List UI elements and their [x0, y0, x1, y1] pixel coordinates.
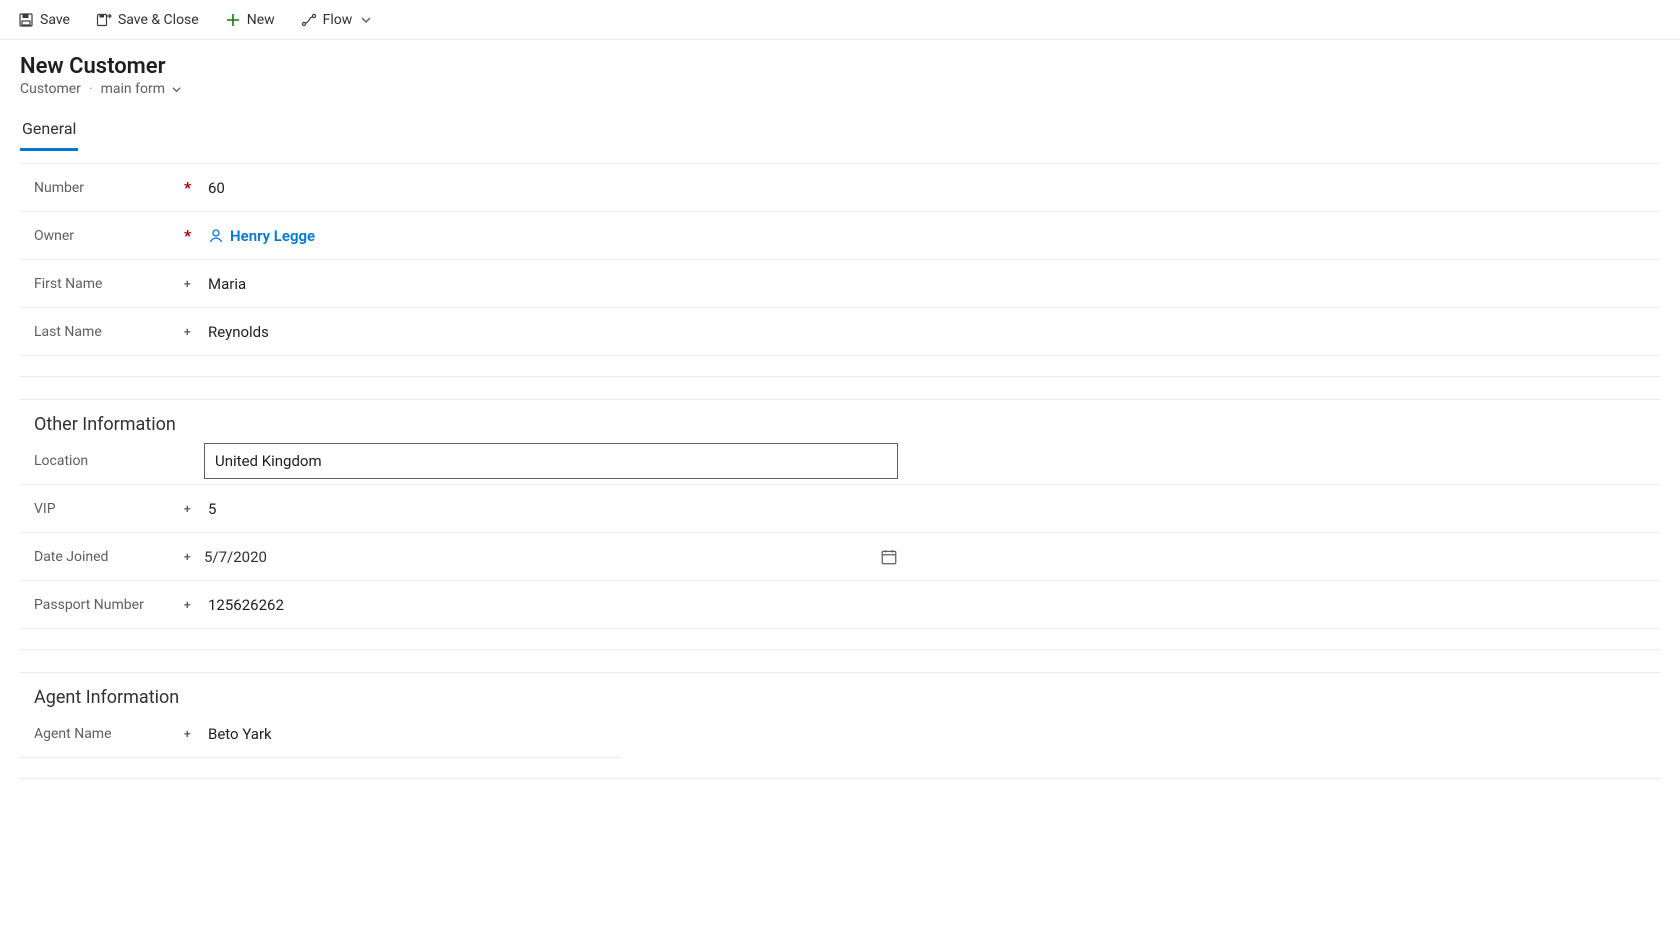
save-close-icon	[96, 12, 112, 28]
value-date-joined[interactable]: 5/7/2020	[204, 548, 872, 566]
chevron-down-icon	[360, 14, 372, 26]
flow-button[interactable]: Flow	[291, 8, 383, 32]
label-agent-name: Agent Name	[34, 726, 184, 742]
owner-link[interactable]: Henry Legge	[208, 227, 315, 245]
save-close-button[interactable]: Save & Close	[86, 8, 209, 32]
section-general: Number * 60 Owner * Henry Legge First Na…	[20, 163, 1660, 377]
subheader: Customer · main form	[20, 81, 1660, 97]
optional-marker: +	[184, 727, 204, 741]
value-owner[interactable]: Henry Legge	[204, 219, 1646, 253]
optional-marker: +	[184, 502, 204, 516]
flow-label: Flow	[323, 12, 353, 28]
label-location: Location	[34, 453, 184, 469]
person-icon	[208, 228, 224, 244]
form-selector[interactable]: main form	[101, 81, 182, 97]
section-title-other: Other Information	[20, 400, 1660, 437]
field-date-joined[interactable]: Date Joined + 5/7/2020	[20, 533, 1660, 581]
input-location[interactable]: United Kingdom	[204, 443, 898, 479]
section-agent-information: Agent Information Agent Name + Beto Yark	[20, 672, 1660, 779]
required-marker: *	[184, 178, 204, 197]
calendar-icon[interactable]	[880, 548, 898, 566]
tab-general[interactable]: General	[20, 113, 78, 151]
page-header: New Customer Customer · main form	[0, 40, 1680, 99]
label-number: Number	[34, 180, 184, 196]
save-icon	[18, 12, 34, 28]
entity-name: Customer	[20, 81, 81, 97]
save-close-label: Save & Close	[118, 12, 199, 28]
field-passport-number[interactable]: Passport Number + 125626262	[20, 581, 1660, 629]
new-button[interactable]: New	[215, 8, 285, 32]
label-date-joined: Date Joined	[34, 549, 184, 565]
owner-name: Henry Legge	[230, 227, 315, 245]
section-title-agent: Agent Information	[20, 673, 1660, 710]
value-agent-name[interactable]: Beto Yark	[204, 717, 606, 751]
field-number[interactable]: Number * 60	[20, 164, 1660, 212]
page-title: New Customer	[20, 54, 1660, 79]
tab-row: General	[0, 99, 1680, 151]
separator-dot: ·	[89, 81, 93, 97]
optional-marker: +	[184, 277, 204, 291]
optional-marker: +	[184, 598, 204, 612]
flow-icon	[301, 12, 317, 28]
command-bar: Save Save & Close New Flow	[0, 0, 1680, 40]
value-first-name[interactable]: Maria	[204, 267, 1646, 301]
label-passport: Passport Number	[34, 597, 184, 613]
save-button[interactable]: Save	[8, 8, 80, 32]
value-last-name[interactable]: Reynolds	[204, 315, 1646, 349]
label-first-name: First Name	[34, 276, 184, 292]
value-passport[interactable]: 125626262	[204, 588, 1646, 622]
value-vip[interactable]: 5	[204, 492, 1646, 526]
required-marker: *	[184, 226, 204, 245]
field-last-name[interactable]: Last Name + Reynolds	[20, 308, 1660, 356]
section-other-information: Other Information Location United Kingdo…	[20, 399, 1660, 650]
label-vip: VIP	[34, 501, 184, 517]
label-owner: Owner	[34, 228, 184, 244]
save-label: Save	[40, 12, 70, 28]
field-first-name[interactable]: First Name + Maria	[20, 260, 1660, 308]
field-location[interactable]: Location United Kingdom	[20, 437, 1660, 485]
field-vip[interactable]: VIP + 5	[20, 485, 1660, 533]
field-owner[interactable]: Owner * Henry Legge	[20, 212, 1660, 260]
field-agent-name[interactable]: Agent Name + Beto Yark	[20, 710, 620, 758]
chevron-down-icon	[171, 84, 182, 95]
optional-marker: +	[184, 325, 204, 339]
optional-marker: +	[184, 550, 204, 564]
value-number[interactable]: 60	[204, 171, 1646, 205]
form-name: main form	[101, 81, 165, 97]
plus-icon	[225, 12, 241, 28]
new-label: New	[247, 12, 275, 28]
label-last-name: Last Name	[34, 324, 184, 340]
